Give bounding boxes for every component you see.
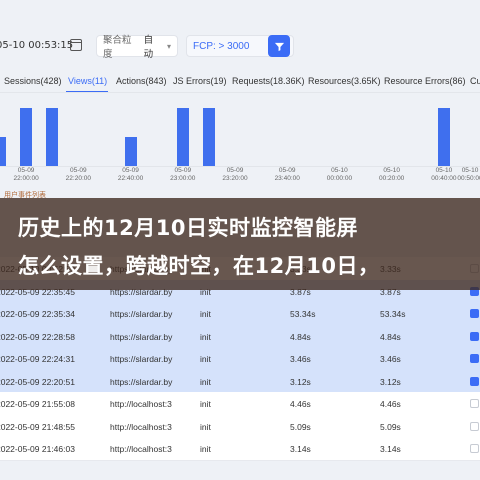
tab-custom[interactable]: Cus xyxy=(470,76,480,86)
row-type: init xyxy=(200,309,211,319)
chart-x-tick-label: 05-09 23:00:00 xyxy=(170,167,196,182)
row-lcp: 53.34s xyxy=(380,309,406,319)
row-checkbox[interactable] xyxy=(470,331,479,341)
chart-x-tick-label: 05-09 23:40:00 xyxy=(274,167,300,182)
row-fcp: 3.12s xyxy=(290,376,311,387)
row-url: https://slardar.by xyxy=(110,309,173,319)
tab-resources[interactable]: Resources(3.65K) xyxy=(308,76,381,86)
row-time: 2022-05-09 21:55:08 xyxy=(0,399,75,409)
row-checkbox[interactable] xyxy=(470,421,479,431)
row-checkbox[interactable] xyxy=(470,444,479,453)
tab-js-errors[interactable]: JS Errors(19) xyxy=(173,76,227,86)
row-type: init xyxy=(200,331,211,342)
chart-bar[interactable] xyxy=(437,108,450,166)
headline-line-2: 怎么设置，跨越时空，在12月10日， xyxy=(18,254,380,278)
chart-bar[interactable] xyxy=(20,108,33,166)
row-lcp: 5.09s xyxy=(380,421,401,432)
row-fcp: 5.09s xyxy=(290,421,311,432)
row-url: http://localhost:3 xyxy=(110,421,172,432)
row-checkbox[interactable] xyxy=(470,399,479,408)
event-tabs: Sessions(428) Views(11) Actions(843) JS … xyxy=(0,72,480,93)
tab-sessions[interactable]: Sessions(428) xyxy=(4,76,62,86)
row-time: 2022-05-09 21:46:03 xyxy=(0,444,75,454)
table-row[interactable]: 2022-05-09 22:35:34 https://slardar.by ini… xyxy=(0,302,480,325)
funnel-icon xyxy=(274,42,284,51)
table-row[interactable]: 2022-05-09 21:46:03 http://localhost:3 ini… xyxy=(0,437,480,460)
row-url: http://localhost:3 xyxy=(110,399,172,409)
row-checkbox[interactable] xyxy=(470,354,479,363)
row-time: 2022-05-09 22:28:58 xyxy=(0,331,75,342)
calendar-icon[interactable] xyxy=(70,39,82,51)
views-bar-chart: 05-09 22:00:00 05-09 22:20:00 05-09 22:40:00 0… xyxy=(0,96,480,186)
row-lcp: 4.84s xyxy=(380,331,401,342)
row-fcp: 3.46s xyxy=(290,354,311,364)
chart-bar[interactable] xyxy=(0,137,6,166)
granularity-value: 自动 xyxy=(143,35,154,60)
row-lcp: 4.46s xyxy=(380,399,401,409)
row-type: init xyxy=(200,421,211,432)
chart-x-tick-label: 05-09 23:20:00 xyxy=(222,167,248,182)
row-time: 2022-05-09 22:20:51 xyxy=(0,376,75,387)
chart-x-tick-label: 05-09 22:40:00 xyxy=(117,167,144,182)
chart-x-tick-label: 05-09 22:20:00 xyxy=(65,167,91,182)
chart-bar[interactable] xyxy=(46,108,59,166)
table-row[interactable]: 2022-05-09 21:55:08 http://localhost:3 ini… xyxy=(0,392,480,415)
chart-x-tick-label: 05-1000:50:00 xyxy=(457,167,480,182)
filter-button[interactable] xyxy=(268,35,290,57)
chart-bar[interactable] xyxy=(124,137,137,166)
tab-views[interactable]: Views(11) xyxy=(68,76,107,86)
table-row[interactable]: 2022-05-09 22:24:31 https://slardar.by ini… xyxy=(0,347,480,370)
tab-actions[interactable]: Actions(843) xyxy=(116,76,167,86)
row-lcp: 3.46s xyxy=(380,354,401,364)
chart-x-tick-label: 05-10 00:20:00 xyxy=(379,167,405,182)
row-type: init xyxy=(200,376,211,387)
granularity-select[interactable]: 聚合粒度 自动 ▾ xyxy=(96,35,178,60)
row-url: https://slardar.by xyxy=(110,354,173,364)
toolbar: 05-10 00:53:15 聚合粒度 自动 ▾ FCP: > 3000 ✕ xyxy=(0,30,480,70)
row-type: init xyxy=(200,444,211,454)
row-fcp: 53.34s xyxy=(290,309,316,319)
row-url: https://slardar.by xyxy=(110,376,173,387)
chart-x-tick-label: 05-10 00:00:00 xyxy=(326,167,353,182)
table-row[interactable]: 2022-05-09 21:48:55 http://localhost:3 ini… xyxy=(0,414,480,437)
tab-resource-errors[interactable]: Resource Errors(86) xyxy=(384,76,466,86)
chart-bar[interactable] xyxy=(176,108,189,166)
row-checkbox[interactable] xyxy=(470,376,479,386)
headline-overlay: 历史上的12月10日实时监控智能屏 怎么设置，跨越时空，在12月10日， xyxy=(0,198,480,290)
row-fcp: 4.84s xyxy=(290,331,311,342)
row-url: https://slardar.by xyxy=(110,331,173,342)
date-range-picker[interactable]: 05-10 00:53:15 xyxy=(0,40,73,51)
tab-requests[interactable]: Requests(18.36K) xyxy=(232,76,305,86)
table-row[interactable]: 2022-05-09 22:28:58 https://slardar.by ini… xyxy=(0,324,480,347)
chevron-down-icon: ▾ xyxy=(166,41,171,51)
headline-line-1: 历史上的12月10日实时监控智能屏 xyxy=(18,216,358,240)
fcp-filter-label: FCP: > 3000 xyxy=(193,40,250,52)
row-url: http://localhost:3 xyxy=(110,444,172,454)
row-time: 2022-05-09 22:35:34 xyxy=(0,309,75,319)
row-type: init xyxy=(200,399,211,409)
chart-x-tick-label: 05-09 22:00:00 xyxy=(13,167,39,182)
chart-bar[interactable] xyxy=(202,108,215,166)
table-row[interactable]: 2022-05-09 22:20:51 https://slardar.by ini… xyxy=(0,369,480,392)
row-lcp: 3.12s xyxy=(380,376,401,387)
row-time: 2022-05-09 22:24:31 xyxy=(0,354,75,364)
tabs-divider xyxy=(0,92,480,93)
row-lcp: 3.14s xyxy=(380,444,401,454)
row-fcp: 3.14s xyxy=(290,444,311,454)
row-checkbox[interactable] xyxy=(470,309,479,318)
row-fcp: 4.46s xyxy=(290,399,311,409)
row-divider xyxy=(0,459,480,461)
row-time: 2022-05-09 21:48:55 xyxy=(0,421,75,432)
row-type: init xyxy=(200,354,211,364)
granularity-label: 聚合粒度 xyxy=(103,35,132,60)
